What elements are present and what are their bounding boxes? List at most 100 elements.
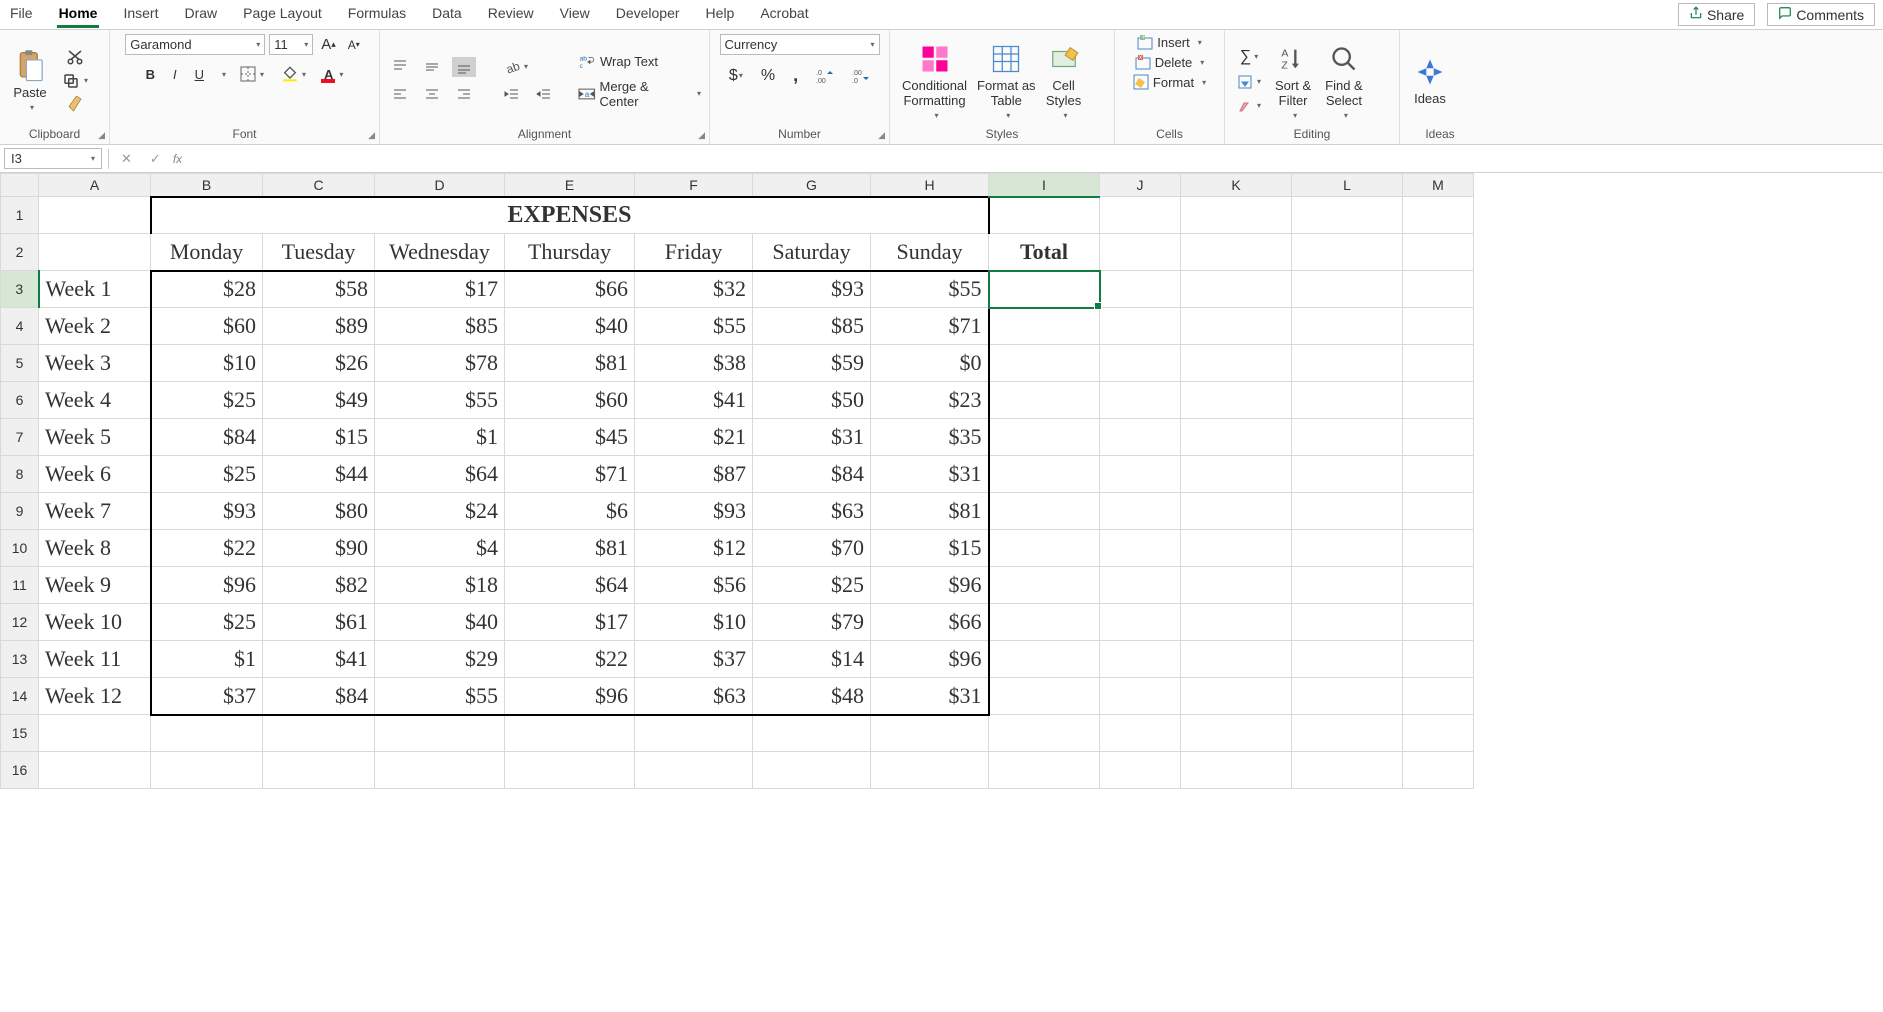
- cell-K15[interactable]: [1181, 715, 1292, 752]
- cell-D15[interactable]: [375, 715, 505, 752]
- cell-K2[interactable]: [1181, 234, 1292, 271]
- row-header-11[interactable]: 11: [1, 567, 39, 604]
- cut-button[interactable]: [58, 46, 92, 68]
- paste-button[interactable]: Paste ▾: [8, 46, 52, 114]
- cell-B14[interactable]: $37: [151, 678, 263, 715]
- cell-D2[interactable]: Wednesday: [375, 234, 505, 271]
- cell-M8[interactable]: [1403, 456, 1474, 493]
- font-color-button[interactable]: A ▾: [320, 63, 347, 85]
- cell-E4[interactable]: $40: [505, 308, 635, 345]
- cell-J14[interactable]: [1100, 678, 1181, 715]
- cell-D13[interactable]: $29: [375, 641, 505, 678]
- cell-M11[interactable]: [1403, 567, 1474, 604]
- tab-view[interactable]: View: [558, 1, 592, 28]
- cell-C6[interactable]: $49: [263, 382, 375, 419]
- spreadsheet-grid[interactable]: ABCDEFGHIJKLM1EXPENSES2MondayTuesdayWedn…: [0, 173, 1883, 1012]
- cell-A15[interactable]: [39, 715, 151, 752]
- enter-formula-button[interactable]: ✓: [144, 151, 167, 167]
- cell-E12[interactable]: $17: [505, 604, 635, 641]
- cell-B6[interactable]: $25: [151, 382, 263, 419]
- cell-J15[interactable]: [1100, 715, 1181, 752]
- row-header-12[interactable]: 12: [1, 604, 39, 641]
- cell-E13[interactable]: $22: [505, 641, 635, 678]
- cell-L14[interactable]: [1292, 678, 1403, 715]
- comments-button[interactable]: Comments: [1767, 3, 1875, 26]
- cell-L3[interactable]: [1292, 271, 1403, 308]
- row-header-14[interactable]: 14: [1, 678, 39, 715]
- delete-cells-button[interactable]: xDelete▾: [1135, 54, 1205, 70]
- column-header-F[interactable]: F: [635, 174, 753, 197]
- dialog-launcher-icon[interactable]: ◢: [698, 130, 705, 141]
- cell-H3[interactable]: $55: [871, 271, 989, 308]
- cell-G11[interactable]: $25: [753, 567, 871, 604]
- ideas-button[interactable]: Ideas: [1408, 52, 1452, 109]
- cell-L11[interactable]: [1292, 567, 1403, 604]
- cell-G5[interactable]: $59: [753, 345, 871, 382]
- cell-D4[interactable]: $85: [375, 308, 505, 345]
- underline-button[interactable]: U: [191, 65, 208, 84]
- column-header-H[interactable]: H: [871, 174, 989, 197]
- cell-H9[interactable]: $81: [871, 493, 989, 530]
- cell-B8[interactable]: $25: [151, 456, 263, 493]
- row-header-3[interactable]: 3: [1, 271, 39, 308]
- insert-cells-button[interactable]: +Insert▾: [1137, 34, 1202, 50]
- cell-L5[interactable]: [1292, 345, 1403, 382]
- column-header-B[interactable]: B: [151, 174, 263, 197]
- align-middle-button[interactable]: [420, 57, 444, 77]
- cell-H6[interactable]: $23: [871, 382, 989, 419]
- cell-H5[interactable]: $0: [871, 345, 989, 382]
- number-format-combobox[interactable]: Currency▾: [720, 34, 880, 55]
- row-header-7[interactable]: 7: [1, 419, 39, 456]
- cell-A7[interactable]: Week 5: [39, 419, 151, 456]
- cell-I13[interactable]: [989, 641, 1100, 678]
- cell-L13[interactable]: [1292, 641, 1403, 678]
- cell-G14[interactable]: $48: [753, 678, 871, 715]
- cell-K13[interactable]: [1181, 641, 1292, 678]
- cell-A11[interactable]: Week 9: [39, 567, 151, 604]
- cell-I12[interactable]: [989, 604, 1100, 641]
- cell-K8[interactable]: [1181, 456, 1292, 493]
- fill-color-button[interactable]: ▾: [278, 64, 310, 84]
- cell-K14[interactable]: [1181, 678, 1292, 715]
- cell-F16[interactable]: [635, 752, 753, 789]
- cell-I1[interactable]: [989, 197, 1100, 234]
- cell-I2[interactable]: Total: [989, 234, 1100, 271]
- cell-I3[interactable]: [989, 271, 1100, 308]
- cell-L10[interactable]: [1292, 530, 1403, 567]
- cell-M7[interactable]: [1403, 419, 1474, 456]
- cell-G3[interactable]: $93: [753, 271, 871, 308]
- title-cell[interactable]: EXPENSES: [151, 197, 989, 234]
- format-cells-button[interactable]: Format▾: [1133, 74, 1206, 90]
- cell-A4[interactable]: Week 2: [39, 308, 151, 345]
- cell-A12[interactable]: Week 10: [39, 604, 151, 641]
- cell-B7[interactable]: $84: [151, 419, 263, 456]
- cell-B15[interactable]: [151, 715, 263, 752]
- column-header-L[interactable]: L: [1292, 174, 1403, 197]
- cell-L8[interactable]: [1292, 456, 1403, 493]
- cell-F10[interactable]: $12: [635, 530, 753, 567]
- cell-M5[interactable]: [1403, 345, 1474, 382]
- cell-B5[interactable]: $10: [151, 345, 263, 382]
- cell-B12[interactable]: $25: [151, 604, 263, 641]
- cell-M15[interactable]: [1403, 715, 1474, 752]
- cell-G8[interactable]: $84: [753, 456, 871, 493]
- align-bottom-button[interactable]: [452, 57, 476, 77]
- cell-D7[interactable]: $1: [375, 419, 505, 456]
- cell-M13[interactable]: [1403, 641, 1474, 678]
- decrease-decimal-button[interactable]: .00.0: [848, 66, 874, 86]
- cell-D9[interactable]: $24: [375, 493, 505, 530]
- font-size-combobox[interactable]: 11▾: [269, 34, 313, 55]
- cell-H4[interactable]: $71: [871, 308, 989, 345]
- increase-decimal-button[interactable]: .0.00: [812, 66, 838, 86]
- cell-M3[interactable]: [1403, 271, 1474, 308]
- dialog-launcher-icon[interactable]: ◢: [368, 130, 375, 141]
- cell-M9[interactable]: [1403, 493, 1474, 530]
- tab-draw[interactable]: Draw: [182, 1, 219, 28]
- cell-E16[interactable]: [505, 752, 635, 789]
- cell-C11[interactable]: $82: [263, 567, 375, 604]
- column-header-M[interactable]: M: [1403, 174, 1474, 197]
- cell-J6[interactable]: [1100, 382, 1181, 419]
- cell-F3[interactable]: $32: [635, 271, 753, 308]
- cell-H8[interactable]: $31: [871, 456, 989, 493]
- cell-C10[interactable]: $90: [263, 530, 375, 567]
